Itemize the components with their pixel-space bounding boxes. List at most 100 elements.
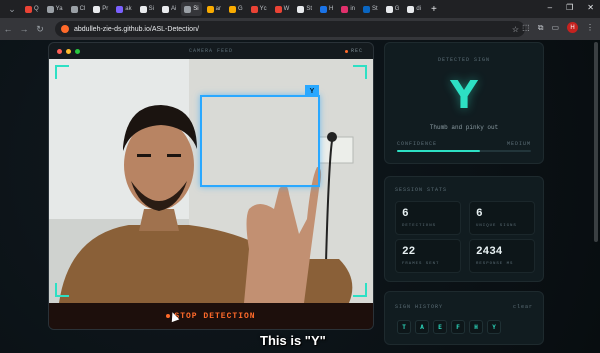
tab-search-icon[interactable]: ⌄ bbox=[4, 4, 20, 15]
profile-avatar[interactable]: H bbox=[567, 22, 578, 33]
camera-footer: STOP DETECTION bbox=[49, 303, 373, 329]
browser-tab[interactable]: W bbox=[272, 2, 293, 16]
tab-favicon-icon bbox=[139, 5, 147, 13]
tab-label: Ai bbox=[170, 6, 177, 12]
tab-favicon-icon bbox=[407, 5, 415, 13]
tab-favicon-icon bbox=[274, 5, 282, 13]
history-chip: Y bbox=[487, 320, 501, 334]
tab-favicon-icon bbox=[228, 5, 236, 13]
tab-favicon-icon bbox=[250, 5, 258, 13]
page-scrollbar[interactable] bbox=[594, 42, 598, 242]
confidence-row: CONFIDENCE MEDIUM bbox=[397, 141, 531, 147]
detected-sign-card: DETECTED SIGN Y Thumb and pinky out CONF… bbox=[384, 42, 544, 164]
video-caption: This is "Y" bbox=[260, 333, 326, 348]
browser-tab[interactable]: in bbox=[338, 2, 358, 16]
tab-label: ak bbox=[125, 6, 132, 12]
session-stats-title: SESSION STATS bbox=[395, 187, 448, 193]
stop-detection-button[interactable]: STOP DETECTION bbox=[166, 312, 255, 321]
history-chip: F bbox=[451, 320, 465, 334]
browser-tab[interactable]: H bbox=[317, 2, 336, 16]
session-stats-card: SESSION STATS 6 DETECTIONS 6 UNIQUE SIGNS … bbox=[384, 176, 544, 282]
tab-label: G bbox=[394, 6, 400, 12]
rec-indicator: REC bbox=[344, 48, 363, 54]
minimize-icon[interactable]: – bbox=[548, 3, 552, 12]
tab-favicon-icon bbox=[341, 5, 349, 13]
corner-bracket bbox=[55, 65, 69, 79]
tab-favicon-icon bbox=[46, 5, 54, 13]
maximize-icon[interactable]: ❐ bbox=[566, 3, 573, 12]
tab-favicon-icon bbox=[385, 5, 393, 13]
new-tab-button[interactable]: + bbox=[426, 4, 442, 15]
confidence-bar-fill bbox=[397, 150, 481, 152]
detected-letter: Y bbox=[450, 73, 478, 117]
browser-tab[interactable]: Q bbox=[22, 2, 42, 16]
confidence-bar bbox=[397, 150, 531, 152]
corner-bracket bbox=[353, 65, 367, 79]
tab-favicon-icon bbox=[93, 5, 101, 13]
clear-history-button[interactable]: clear bbox=[513, 304, 533, 310]
browser-tab[interactable]: G bbox=[383, 2, 403, 16]
extension-icon[interactable]: ⬚ bbox=[522, 23, 530, 32]
tab-favicon-icon bbox=[363, 5, 371, 13]
browser-tab[interactable]: Cl bbox=[68, 2, 89, 16]
extensions-puzzle-icon[interactable]: ⧉ bbox=[538, 23, 544, 33]
camera-title: CAMERA FEED bbox=[188, 48, 233, 54]
corner-bracket bbox=[353, 283, 367, 297]
menu-kebab-icon[interactable]: ⋮ bbox=[586, 23, 594, 32]
stat-unique-signs: 6 UNIQUE SIGNS bbox=[469, 201, 535, 235]
stat-response-ms: 2434 RESPONSE MS bbox=[469, 239, 535, 273]
browser-toolbar: ← → ↻ abdulleh-zie-ds.github.io/ASL-Dete… bbox=[0, 18, 600, 40]
forward-icon[interactable]: → bbox=[16, 24, 32, 34]
detected-sign-title: DETECTED SIGN bbox=[437, 57, 490, 63]
camera-panel-header: CAMERA FEED REC bbox=[49, 43, 373, 59]
tab-label: H bbox=[329, 6, 334, 12]
browser-tab[interactable]: Yc bbox=[248, 2, 270, 16]
tab-favicon-icon bbox=[297, 5, 305, 13]
sidebar-icon[interactable]: ▭ bbox=[551, 23, 559, 32]
browser-tab[interactable]: Pr bbox=[90, 2, 111, 16]
browser-tab-strip: ⌄ Q Ya Cl Pr ak Si Ai Si ar G Yc W St Hin St Gdi + – ❐ … bbox=[0, 0, 600, 18]
tab-label: Q bbox=[34, 6, 39, 12]
window-controls: – ❐ ✕ bbox=[548, 3, 594, 12]
tab-label: Si bbox=[148, 6, 154, 12]
browser-tab[interactable]: Si bbox=[137, 2, 157, 16]
browser-tab[interactable]: Ai bbox=[159, 2, 179, 16]
browser-tab[interactable]: St bbox=[360, 2, 381, 16]
corner-bracket bbox=[55, 283, 69, 297]
tab-label: Yc bbox=[259, 6, 267, 12]
tab-label: di bbox=[416, 6, 422, 12]
reload-icon[interactable]: ↻ bbox=[32, 24, 48, 35]
confidence-label: CONFIDENCE bbox=[397, 141, 438, 147]
browser-tab[interactable]: ar bbox=[204, 2, 224, 16]
browser-tab[interactable]: St bbox=[294, 2, 315, 16]
stat-frames-sent: 22 FRAMES SENT bbox=[395, 239, 461, 273]
bookmark-star-icon[interactable]: ☆ bbox=[512, 25, 519, 34]
browser-tab[interactable]: Si bbox=[181, 2, 202, 16]
browser-tab[interactable]: Ya bbox=[44, 2, 66, 16]
tab-label: Si bbox=[193, 6, 199, 12]
history-chip: T bbox=[397, 320, 411, 334]
tab-label: St bbox=[372, 6, 378, 12]
tab-label: St bbox=[306, 6, 312, 12]
confidence-level: MEDIUM bbox=[506, 141, 531, 147]
tab-favicon-icon bbox=[161, 5, 169, 13]
browser-tab[interactable]: ak bbox=[113, 2, 134, 16]
tab-label: Pr bbox=[102, 6, 109, 12]
tab-label: in bbox=[350, 6, 356, 12]
tab-favicon-icon bbox=[70, 5, 78, 13]
url-text: abdulleh-zie-ds.github.io/ASL-Detection/ bbox=[74, 25, 199, 33]
sign-description: Thumb and pinky out bbox=[429, 124, 499, 131]
browser-tab[interactable]: di bbox=[404, 2, 424, 16]
back-icon[interactable]: ← bbox=[0, 24, 16, 34]
sign-history-card: SIGN HISTORY clear TAEFHY bbox=[384, 291, 544, 345]
tab-label: G bbox=[237, 6, 243, 12]
tab-label: ar bbox=[215, 6, 221, 12]
browser-tab[interactable]: G bbox=[226, 2, 246, 16]
close-icon[interactable]: ✕ bbox=[587, 3, 594, 12]
address-bar[interactable]: abdulleh-zie-ds.github.io/ASL-Detection/… bbox=[55, 21, 525, 37]
site-info-icon[interactable] bbox=[61, 25, 69, 33]
history-chips: TAEFHY bbox=[397, 320, 501, 334]
history-chip: E bbox=[433, 320, 447, 334]
tab-favicon-icon bbox=[25, 5, 32, 13]
tab-favicon-icon bbox=[116, 5, 124, 13]
